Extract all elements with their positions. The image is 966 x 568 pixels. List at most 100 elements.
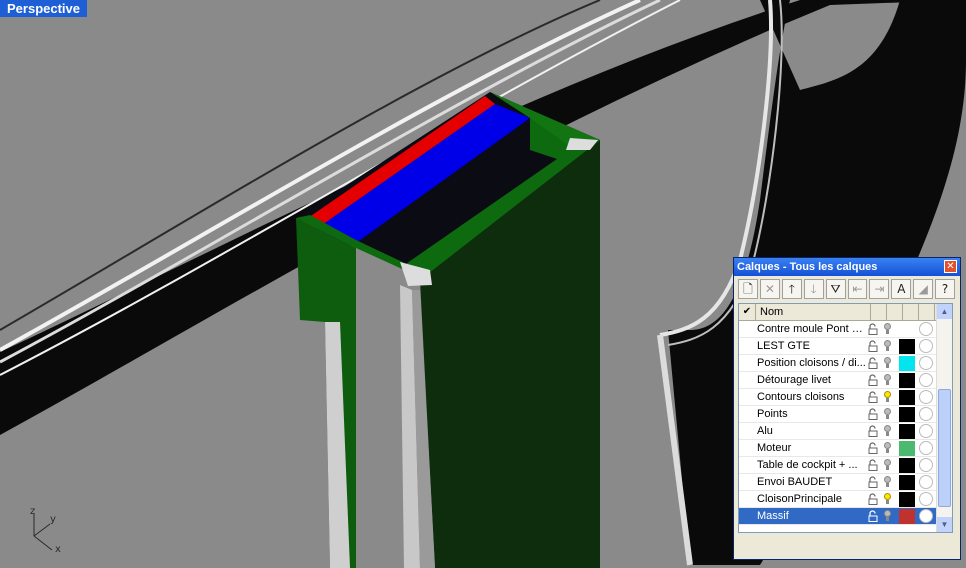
close-icon[interactable]: ✕: [944, 260, 957, 273]
lightbulb-icon[interactable]: [883, 442, 892, 454]
layer-color-swatch[interactable]: [899, 424, 915, 439]
material-icon[interactable]: [919, 407, 933, 421]
lightbulb-icon[interactable]: [883, 323, 892, 335]
layer-name[interactable]: Points: [755, 406, 867, 423]
lightbulb-icon[interactable]: [883, 510, 892, 522]
layer-color-swatch[interactable]: [899, 475, 915, 490]
layer-row[interactable]: CloisonPrincipale: [739, 491, 937, 508]
layer-color-swatch[interactable]: [899, 373, 915, 388]
scroll-thumb[interactable]: [938, 389, 951, 507]
unlock-icon[interactable]: [868, 391, 878, 403]
layer-color-swatch[interactable]: [899, 356, 915, 371]
lightbulb-icon[interactable]: [883, 340, 892, 352]
header-check[interactable]: ✔: [739, 304, 756, 320]
lightbulb-icon[interactable]: [883, 357, 892, 369]
header-name[interactable]: Nom: [756, 304, 871, 320]
lightbulb-icon[interactable]: [883, 476, 892, 488]
unlock-icon[interactable]: [868, 510, 878, 522]
layer-color-swatch[interactable]: [899, 390, 915, 405]
delete-layer-icon[interactable]: ✕: [759, 279, 780, 299]
lightbulb-icon[interactable]: [883, 425, 892, 437]
unlock-icon[interactable]: [868, 476, 878, 488]
help-icon[interactable]: ?: [935, 279, 956, 299]
unlock-icon[interactable]: [868, 357, 878, 369]
layer-row[interactable]: LEST GTE: [739, 338, 937, 355]
scroll-up-icon[interactable]: ▲: [937, 304, 952, 319]
material-icon[interactable]: [919, 424, 933, 438]
layers-scrollbar[interactable]: ▲ ▼: [936, 304, 952, 532]
layer-row[interactable]: Massif: [739, 508, 937, 525]
material-icon[interactable]: [919, 322, 933, 336]
viewport-title[interactable]: Perspective: [0, 0, 87, 17]
layers-list[interactable]: ✔ Nom Contre moule Pont u... LEST GTE Posi…: [738, 303, 953, 533]
layer-name[interactable]: Moteur: [755, 440, 867, 457]
layer-name[interactable]: Contre moule Pont u...: [755, 321, 867, 338]
filter-icon[interactable]: ⛛: [825, 279, 846, 299]
layer-color-swatch[interactable]: [899, 339, 915, 354]
layer-color-swatch[interactable]: [899, 458, 915, 473]
lightbulb-icon[interactable]: [883, 391, 892, 403]
unlock-icon[interactable]: [868, 442, 878, 454]
material-icon[interactable]: [919, 390, 933, 404]
header-visibility-column[interactable]: [887, 304, 903, 320]
layer-row[interactable]: Moteur: [739, 440, 937, 457]
lightbulb-icon[interactable]: [883, 459, 892, 471]
import-icon[interactable]: ⇤: [847, 279, 868, 299]
color-icon[interactable]: ◢: [913, 279, 934, 299]
material-icon[interactable]: [919, 339, 933, 353]
layer-name[interactable]: Position cloisons / di...: [755, 355, 867, 372]
lightbulb-icon[interactable]: [883, 408, 892, 420]
layer-name[interactable]: Envoi BAUDET: [755, 474, 867, 491]
layers-panel-title[interactable]: Calques - Tous les calques: [734, 258, 960, 276]
unlock-icon[interactable]: [868, 493, 878, 505]
layer-color-swatch[interactable]: [899, 407, 915, 422]
material-icon[interactable]: [919, 373, 933, 387]
layer-row[interactable]: Table de cockpit + ...: [739, 457, 937, 474]
unlock-icon[interactable]: [868, 459, 878, 471]
layer-color-swatch[interactable]: [899, 509, 915, 524]
layers-panel[interactable]: Calques - Tous les calques ✕ 🗋 ✕ 🡑 🡓 ⛛ ⇤ ⇥ A ◢? …: [733, 257, 961, 560]
axis-x-label: x: [55, 544, 61, 555]
layer-name[interactable]: Massif: [755, 508, 867, 525]
material-icon[interactable]: [919, 509, 933, 523]
layer-name[interactable]: CloisonPrincipale: [755, 491, 867, 508]
layer-color-swatch[interactable]: [899, 322, 915, 337]
layer-row[interactable]: Détourage livet: [739, 372, 937, 389]
layer-name[interactable]: Alu: [755, 423, 867, 440]
font-icon[interactable]: A: [891, 279, 912, 299]
material-icon[interactable]: [919, 441, 933, 455]
header-color-column[interactable]: [903, 304, 919, 320]
export-icon[interactable]: ⇥: [869, 279, 890, 299]
layer-row[interactable]: Position cloisons / di...: [739, 355, 937, 372]
layer-name[interactable]: Contours cloisons: [755, 389, 867, 406]
layer-row[interactable]: Envoi BAUDET: [739, 474, 937, 491]
layer-name[interactable]: LEST GTE: [755, 338, 867, 355]
unlock-icon[interactable]: [868, 374, 878, 386]
material-icon[interactable]: [919, 475, 933, 489]
unlock-icon[interactable]: [868, 408, 878, 420]
layer-name[interactable]: Table de cockpit + ...: [755, 457, 867, 474]
layers-rows: Contre moule Pont u... LEST GTE Position c…: [739, 321, 937, 525]
unlock-icon[interactable]: [868, 323, 878, 335]
unlock-icon[interactable]: [868, 340, 878, 352]
material-icon[interactable]: [919, 356, 933, 370]
move-up-icon[interactable]: 🡑: [781, 279, 802, 299]
layer-row[interactable]: Points: [739, 406, 937, 423]
move-down-icon[interactable]: 🡓: [803, 279, 824, 299]
lightbulb-icon[interactable]: [883, 374, 892, 386]
layer-row[interactable]: Contours cloisons: [739, 389, 937, 406]
new-layer-icon[interactable]: 🗋: [738, 279, 758, 299]
lightbulb-icon[interactable]: [883, 493, 892, 505]
layer-color-swatch[interactable]: [899, 492, 915, 507]
layers-toolbar: 🗋 ✕ 🡑 🡓 ⛛ ⇤ ⇥ A ◢?: [738, 279, 956, 299]
header-material-column[interactable]: [919, 304, 935, 320]
layer-row[interactable]: Contre moule Pont u...: [739, 321, 937, 338]
material-icon[interactable]: [919, 492, 933, 506]
header-lock-column[interactable]: [871, 304, 887, 320]
material-icon[interactable]: [919, 458, 933, 472]
scroll-down-icon[interactable]: ▼: [937, 517, 952, 532]
layer-name[interactable]: Détourage livet: [755, 372, 867, 389]
layer-row[interactable]: Alu: [739, 423, 937, 440]
unlock-icon[interactable]: [868, 425, 878, 437]
layer-color-swatch[interactable]: [899, 441, 915, 456]
